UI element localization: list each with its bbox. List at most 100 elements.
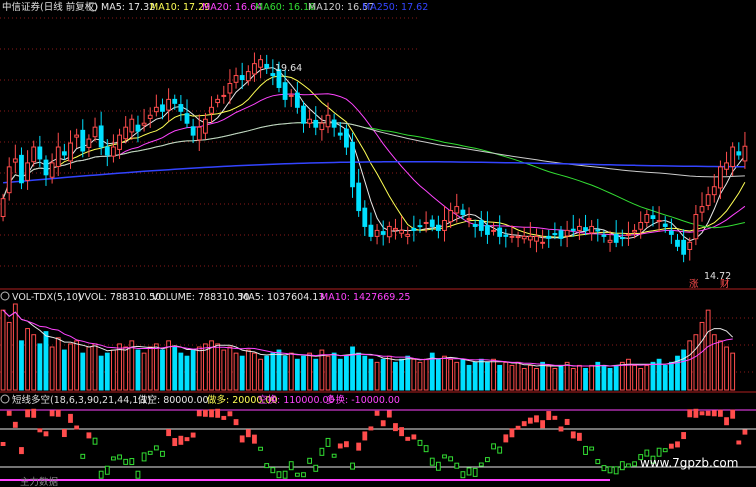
indicator-bar [595,459,601,465]
candle-body [55,146,61,167]
indicator-bar [31,408,37,418]
indicator-bar [252,434,257,444]
indicator-bar [37,428,43,433]
indicator-bar [607,466,613,474]
volume-bar [478,358,484,391]
candle-body [74,134,80,138]
volume-bar [86,346,92,391]
volume-bar [331,352,337,391]
volume-bar [68,343,73,391]
indicator-bar [209,409,214,418]
volume-bar [589,364,595,391]
volume-ma5-label: MA5: 1037604.13 [240,292,324,303]
indicator-bar [435,461,441,471]
volume-bar [92,343,98,391]
indicator-bar [86,432,92,439]
indicator-bar [662,448,668,453]
candle-body [68,142,73,162]
volume-bar [380,358,386,391]
indicator-bar [613,466,619,475]
candle-body [111,146,116,157]
indicator-bar [681,432,687,440]
volume-bar [515,361,521,391]
volume-bar [160,349,165,391]
indicator-bar [147,450,153,455]
indicator-bar [129,458,135,466]
indicator-settings-icon[interactable] [0,394,10,404]
volume-bar [276,349,282,391]
candle-body [37,146,43,160]
candle-body [503,234,509,237]
indicator-bar [534,415,539,423]
volume-bar [540,361,546,391]
indicator-bar [221,415,227,420]
candle-body [6,166,12,194]
volume-settings-icon[interactable] [0,291,10,301]
indicator-bar [166,429,172,437]
volume-bar [423,358,429,391]
indicator-bar [319,447,325,456]
candle-body [92,126,98,138]
volume-bar [307,352,313,391]
candle-body [435,224,441,231]
volume-bar [448,358,454,391]
candle-body [245,71,251,82]
indicator-name: 短线多空(18,6,3,90,21,44,1,1) [12,394,151,406]
volume-bar [521,368,527,391]
volume-bar [619,361,625,391]
cai-marker: 财 [720,278,730,290]
indicator-bar [6,410,12,416]
indicator-bar [699,411,705,416]
candle-body [626,233,631,236]
candle-body [202,118,208,134]
volume-bar [31,334,37,391]
volume-bar [362,355,368,391]
volume-bar [282,355,288,391]
indicator-bar [270,467,276,474]
candle-body [374,229,380,237]
zhang-marker: 涨 [689,279,699,290]
indicator-bar [558,426,564,432]
ma20-line [2,93,746,236]
candle-body [423,221,429,224]
volume-bar [37,343,43,391]
volume-bar [552,368,558,391]
indicator-bar [485,457,490,463]
candle-body [638,221,644,230]
indicator-bar [546,411,552,421]
indicator-bar [80,453,86,459]
indicator-bar [344,441,349,448]
candle-body [393,227,398,231]
candle-body [135,124,141,132]
volume-bar [558,364,564,391]
volume-bar [172,346,178,391]
volume-bar [202,343,208,391]
candle-body [724,162,729,170]
volume-bar [12,303,18,391]
indicator-bar [724,417,729,426]
indicator-bar [135,470,141,479]
indicator-bar [668,443,674,449]
kongdan-label: 空换: 110000.00 [258,394,335,406]
volume-bar [368,358,374,391]
volume-bar [19,340,24,391]
candle-body [104,146,110,156]
volume-bar [399,358,404,391]
indicator-bar [356,442,362,451]
volume-bar [491,358,496,391]
ma5-label: MA5: 17.32 [101,2,155,13]
volume-bar [325,355,331,391]
candle-body [491,229,496,232]
candle-body [313,119,319,128]
volume-bar [601,364,607,391]
volume-bar [730,352,736,391]
indicator-bar [184,437,190,442]
volume-bar [662,364,668,391]
volume-bar [239,355,245,391]
volume-bar [135,349,141,391]
indicator-bar [509,428,515,438]
candle-body [589,225,595,234]
candle-body [411,227,417,231]
candle-body [515,235,521,239]
volume-bar [724,346,729,391]
